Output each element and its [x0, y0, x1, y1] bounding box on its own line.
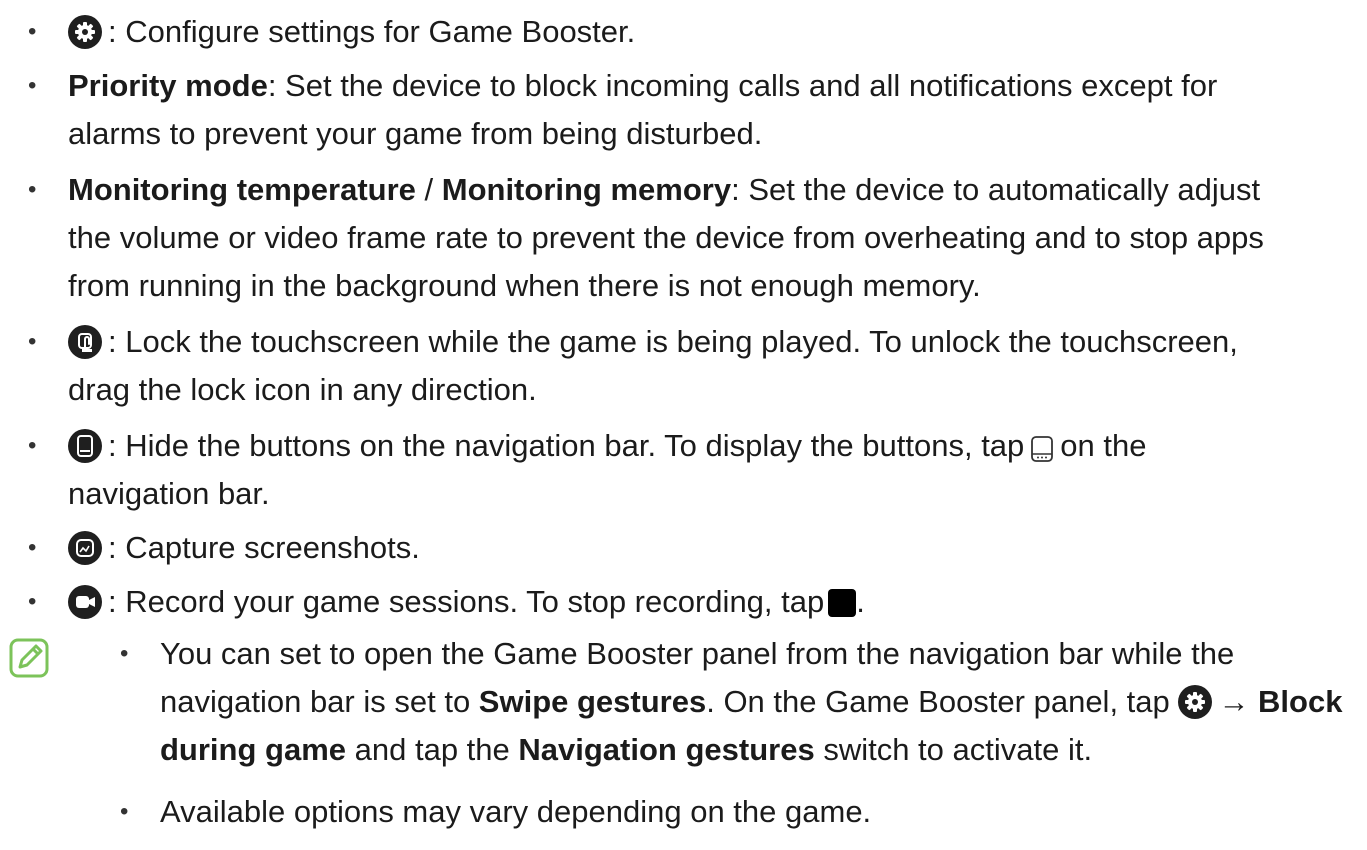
- term-priority-mode: Priority mode: [68, 68, 268, 103]
- item-text: : Lock the touchscreen while the game is…: [108, 324, 1238, 359]
- bullet: •: [28, 432, 37, 459]
- bullet: •: [28, 588, 37, 615]
- note-text: Available options may vary depending on …: [160, 794, 872, 829]
- term-block: Block: [1258, 684, 1343, 719]
- item-text: : Set the device to automatically adjust: [731, 172, 1261, 207]
- bullet: •: [28, 18, 37, 45]
- item-text: the volume or video frame rate to preven…: [68, 220, 1264, 255]
- navigation-bar-icon: [68, 429, 102, 463]
- note-line: navigation bar is set to: [160, 684, 479, 719]
- note-icon: [9, 638, 49, 678]
- note-line: . On the Game Booster panel, tap: [706, 684, 1170, 719]
- navigation-bar-toggle-icon: [1028, 429, 1056, 462]
- bullet: •: [28, 534, 37, 561]
- list-item-text: Priority mode: Set the device to block i…: [68, 62, 1343, 158]
- bullet: •: [28, 328, 37, 355]
- gear-icon: [68, 15, 102, 49]
- list-item-text: : Configure settings for Game Booster.: [68, 8, 1343, 56]
- item-text: alarms to prevent your game from being d…: [68, 116, 763, 151]
- item-text: navigation bar.: [68, 476, 270, 511]
- term-navigation-gestures: Navigation gestures: [518, 732, 815, 767]
- bullet: •: [28, 72, 37, 99]
- note-line: and tap the: [346, 732, 519, 767]
- stop-icon: [828, 589, 857, 617]
- item-text: : Configure settings for Game Booster.: [108, 14, 636, 49]
- item-text: : Capture screenshots.: [108, 530, 420, 565]
- note-line: You can set to open the Game Booster pan…: [160, 636, 1235, 671]
- arrow: →: [1218, 684, 1250, 719]
- item-text: : Set the device to block incoming calls…: [267, 68, 1218, 103]
- term-during-game: during game: [160, 732, 347, 767]
- term-monitoring-memory: Monitoring memory: [441, 172, 732, 207]
- list-item-text: : Capture screenshots.: [68, 524, 1343, 572]
- record-icon: [68, 585, 102, 619]
- bullet: •: [28, 176, 37, 203]
- term-monitoring-temperature: Monitoring temperature: [68, 172, 416, 207]
- note-text: You can set to open the Game Booster pan…: [160, 630, 1355, 774]
- list-item-text: : Hide the buttons on the navigation bar…: [68, 422, 1343, 518]
- screenshot-icon: [68, 531, 102, 565]
- note-line: switch to activate it.: [814, 732, 1093, 767]
- gear-icon: [1178, 685, 1213, 719]
- bullet: •: [120, 640, 129, 667]
- item-text: .: [856, 584, 865, 619]
- list-item-text: : Record your game sessions. To stop rec…: [68, 578, 1343, 626]
- item-text: : Hide the buttons on the navigation bar…: [108, 428, 1025, 463]
- item-text: from running in the background when ther…: [68, 268, 981, 303]
- document-page: • : Configure settings for Game Booster.…: [0, 0, 1367, 850]
- list-item-text: : Lock the touchscreen while the game is…: [68, 318, 1343, 414]
- term-swipe-gestures: Swipe gestures: [478, 684, 707, 719]
- list-item-text: Monitoring temperature / Monitoring memo…: [68, 166, 1343, 310]
- bullet: •: [120, 798, 129, 825]
- item-text: on the: [1060, 428, 1147, 463]
- touch-lock-icon: [68, 325, 102, 359]
- item-text: drag the lock icon in any direction.: [68, 372, 537, 407]
- item-text: : Record your game sessions. To stop rec…: [108, 584, 825, 619]
- separator: /: [415, 172, 442, 207]
